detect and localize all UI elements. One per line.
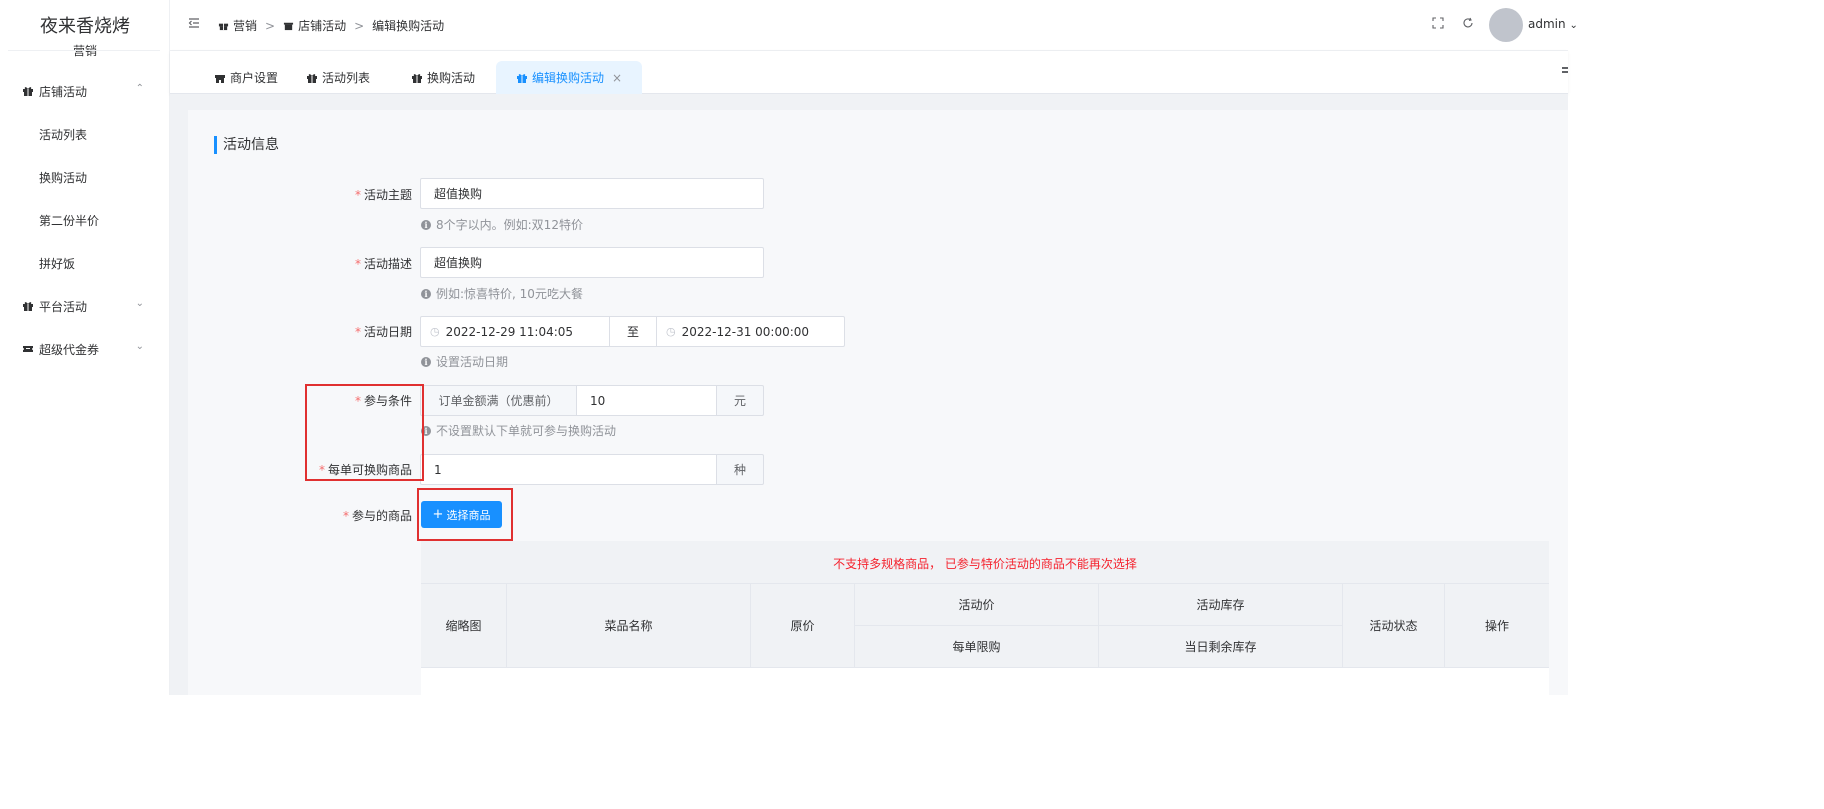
brand-title: 夜来香烧烤 [40,16,130,37]
condition-prefix: 订单金额满（优惠前） [420,385,577,416]
per-order-input[interactable]: 1 [420,454,717,485]
th-activity-stock: 活动库存 [1099,584,1343,626]
gift-icon [411,72,423,84]
username: admin [1528,17,1566,31]
sidebar-item-second-half-price[interactable]: 第二份半价 [39,212,99,229]
ticket-icon [22,343,34,355]
per-order-suffix: 种 [716,454,764,485]
breadcrumb: 营销 > 店铺活动 > 编辑换购活动 [218,17,444,34]
brand-divider [8,50,160,51]
th-activity-status: 活动状态 [1343,584,1445,668]
info-icon: i [421,219,431,230]
breadcrumb-separator: > [265,18,276,33]
fullscreen-icon[interactable] [1432,17,1444,29]
date-start[interactable]: ◷ 2022-12-29 11:04:05 [430,317,573,346]
desc-hint: i 例如:惊喜特价, 10元吃大餐 [421,285,583,302]
sidebar-group-label: 平台活动 [39,299,88,314]
section-title: 活动信息 [214,136,279,154]
theme-input[interactable]: 超值换购 [420,178,764,209]
gift-icon [218,20,229,31]
th-activity-price: 活动价 [855,584,1099,626]
highlight-box [305,384,424,481]
sidebar-group-super-voucher[interactable]: 超级代金券 ⌄ [22,339,150,359]
clock-icon: ◷ [666,325,676,338]
chevron-down-icon: ⌄ [1569,20,1578,31]
close-icon[interactable]: × [612,71,622,85]
tab-label: 编辑换购活动 [532,71,605,85]
gift-icon [516,72,528,84]
tab-label: 活动列表 [322,71,371,85]
condition-amount-input[interactable]: 10 [576,385,717,416]
gift-icon [22,300,34,312]
sidebar-item-exchange-activity[interactable]: 换购活动 [39,169,87,186]
chevron-up-icon: ⌃ [135,83,144,94]
store-icon [214,72,226,84]
menu-fold-icon[interactable] [188,17,200,29]
breadcrumb-item-current: 编辑换购活动 [372,19,445,33]
theme-label: * 活动主题 [354,188,412,202]
tab-edit-exchange-activity[interactable]: 编辑换购活动 × [496,61,643,94]
more-icon[interactable] [1562,66,1568,78]
th-original-price: 原价 [751,584,855,668]
gift-icon [22,85,34,97]
tab-exchange-activity[interactable]: 换购活动 [411,61,475,94]
condition-suffix: 元 [716,385,764,416]
sidebar-group-platform-activity[interactable]: 平台活动 ⌄ [22,296,150,316]
sidebar-item-activity-list[interactable]: 活动列表 [39,126,87,143]
goods-label: * 参与的商品 [342,509,412,523]
desc-input[interactable]: 超值换购 [420,247,764,278]
date-range-picker[interactable]: ◷ 2022-12-29 11:04:05 至 ◷ 2022-12-31 00:… [420,316,845,347]
gift-icon [306,72,318,84]
clock-icon: ◷ [430,325,440,338]
desc-label: * 活动描述 [354,257,412,271]
highlight-box [417,488,513,541]
table-warning-row: 不支持多规格商品， 已参与特价活动的商品不能再次选择 [421,541,1549,584]
sidebar-item-group-meal[interactable]: 拼好饭 [39,255,75,272]
user-menu[interactable]: admin ⌄ [1528,17,1578,31]
top-header: 营销 > 店铺活动 > 编辑换购活动 admin ⌄ [170,0,1578,51]
sidebar-group-store-activity[interactable]: 店铺活动 ⌃ [22,81,150,101]
breadcrumb-item[interactable]: 营销 [233,17,257,34]
breadcrumb-item[interactable]: 店铺活动 [298,17,346,34]
date-hint: i 设置活动日期 [421,353,508,370]
date-label: * 活动日期 [354,325,412,339]
breadcrumb-separator: > [354,18,365,33]
tab-label: 商户设置 [230,71,279,85]
sidebar-group-label: 超级代金券 [39,342,100,357]
th-per-order-limit: 每单限购 [855,626,1099,668]
th-remaining-stock: 当日剩余库存 [1099,626,1343,668]
condition-hint: i 不设置默认下单就可参与换购活动 [421,422,616,439]
tab-label: 换购活动 [427,71,476,85]
theme-hint: i 8个字以内。例如:双12特价 [421,216,583,233]
info-icon: i [421,288,431,299]
th-thumbnail: 缩略图 [421,584,507,668]
sidebar: 夜来香烧烤 营销 店铺活动 ⌃ 活动列表 换购活动 第二份半价 拼好饭 平台活动… [0,0,170,695]
tabs-bar: 商户设置 活动列表 换购活动 编辑换购活动 × [170,51,1568,94]
date-end[interactable]: ◷ 2022-12-31 00:00:00 [666,317,809,346]
tab-activity-list[interactable]: 活动列表 [306,61,370,94]
sidebar-group-label: 店铺活动 [39,84,88,99]
chevron-down-icon: ⌄ [135,341,144,352]
date-separator: 至 [609,317,657,346]
th-dish-name: 菜品名称 [507,584,751,668]
refresh-icon[interactable] [1462,17,1474,29]
table-warning: 不支持多规格商品， 已参与特价活动的商品不能再次选择 [833,557,1137,571]
info-icon: i [421,356,431,367]
tab-merchant-settings[interactable]: 商户设置 [214,61,278,94]
store-icon [283,20,294,31]
chevron-down-icon: ⌄ [135,298,144,309]
th-operations: 操作 [1445,584,1549,668]
avatar[interactable] [1489,8,1523,42]
